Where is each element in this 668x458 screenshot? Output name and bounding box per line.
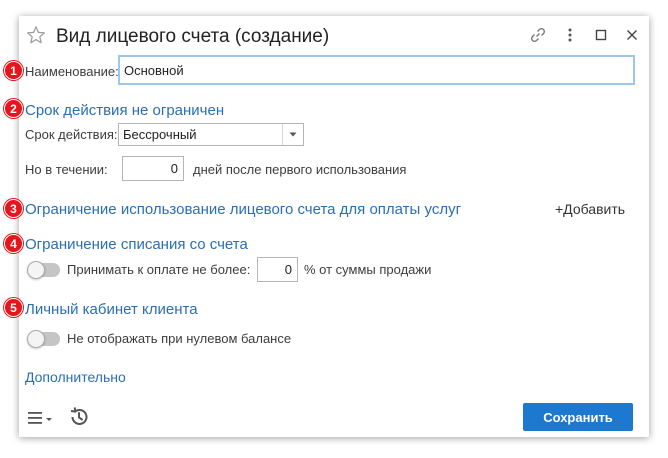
link-icon[interactable] [528,25,548,45]
validity-label: Срок действия: [25,127,118,142]
marker-4: 4 [4,234,23,253]
marker-5: 5 [4,298,23,317]
favorite-star-icon[interactable] [26,25,46,45]
validity-select-value: Бессрочный [123,127,197,142]
close-icon[interactable] [622,25,642,45]
cabinet-section-title[interactable]: Личный кабинет клиента [25,301,198,318]
hide-zero-balance-toggle[interactable] [27,330,60,348]
dialog-window: Вид лицевого счета (создание) Наименован… [19,16,649,437]
window-title: Вид лицевого счета (создание) [56,26,330,47]
accept-limit-toggle[interactable] [27,261,60,279]
percent-suffix: % от суммы продажи [304,262,432,277]
validity-section-title[interactable]: Срок действия не ограничен [25,102,224,119]
validity-select[interactable]: Бессрочный [118,123,304,146]
name-label: Наименование: [25,64,119,79]
marker-2: 2 [4,99,23,118]
more-actions-icon[interactable] [560,25,580,45]
maximize-icon[interactable] [591,25,611,45]
usage-restriction-title[interactable]: Ограничение использование лицевого счета… [25,201,461,218]
accept-limit-label: Принимать к оплате не более: [67,262,251,277]
menu-icon[interactable] [27,408,55,428]
marker-3: 3 [4,199,23,218]
toggle-knob [27,261,45,279]
name-input[interactable] [118,55,635,85]
toggle-knob [27,330,45,348]
save-button[interactable]: Сохранить [523,403,633,431]
percent-input[interactable] [257,257,298,282]
within-suffix: дней после первого использования [193,162,407,177]
within-label: Но в течении: [25,162,108,177]
marker-1: 1 [4,61,23,80]
more-link[interactable]: Дополнительно [25,369,126,385]
dropdown-arrow-icon[interactable] [282,124,303,145]
history-icon[interactable] [68,406,90,428]
writeoff-section-title[interactable]: Ограничение списания со счета [25,236,248,253]
hide-zero-balance-label: Не отображать при нулевом балансе [67,331,292,346]
within-days-input[interactable] [122,156,184,181]
add-button[interactable]: +Добавить [555,201,625,217]
